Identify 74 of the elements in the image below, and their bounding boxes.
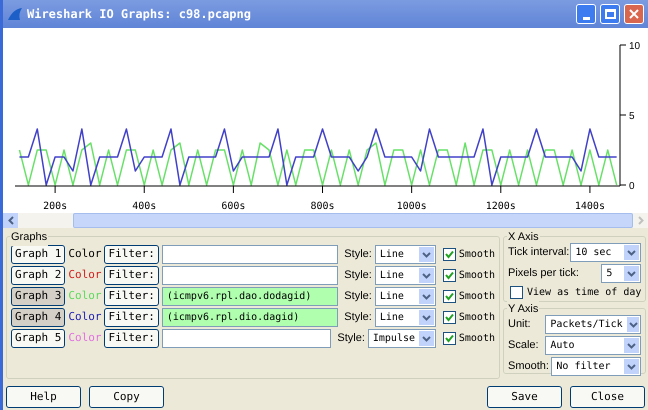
- pixels-per-tick-dropdown[interactable]: 5: [601, 264, 642, 283]
- smooth-label: Smooth: [458, 290, 495, 304]
- smooth-label: Smooth: [458, 269, 495, 283]
- checkbox[interactable]: [510, 286, 523, 299]
- x-tick-label: 1000s: [396, 201, 427, 212]
- filter-button[interactable]: Filter:: [104, 287, 159, 306]
- group-title: Graphs: [10, 229, 48, 246]
- smooth-label: Smooth: [458, 248, 495, 262]
- minimize-button[interactable]: [576, 4, 596, 24]
- checkbox[interactable]: [442, 248, 456, 261]
- dialog-button[interactable]: Copy: [89, 386, 164, 408]
- field-label: Pixels per tick:: [508, 266, 579, 282]
- unit-dropdown[interactable]: Packets/Tick: [545, 315, 642, 334]
- close-icon: [629, 9, 639, 19]
- style-dropdown[interactable]: Line: [374, 287, 436, 306]
- filter-button[interactable]: Filter:: [104, 266, 159, 285]
- checkbox[interactable]: [442, 269, 456, 282]
- filter-button[interactable]: Filter:: [104, 329, 159, 348]
- dialog-button[interactable]: Save: [487, 386, 562, 408]
- window-title: Wireshark IO Graphs: c98.pcapng: [27, 6, 252, 23]
- filter-field[interactable]: [162, 329, 332, 348]
- filter-field[interactable]: [162, 245, 338, 264]
- checkbox[interactable]: [442, 332, 456, 345]
- smooth-label: Smooth: [458, 332, 495, 346]
- field-label: Tick interval:: [508, 245, 570, 260]
- maximize-button[interactable]: [600, 4, 620, 24]
- field-label: Scale:: [508, 338, 539, 354]
- graph-toggle-button[interactable]: Graph 2: [11, 266, 66, 285]
- graph-toggle-button[interactable]: Graph 4: [11, 308, 66, 327]
- x-tick-label: 1400s: [574, 201, 605, 212]
- filter-field[interactable]: (icmpv6.rpl.dio.dagid): [162, 308, 338, 327]
- y-tick-label: 0: [629, 181, 635, 192]
- y-tick-label: 10: [629, 41, 640, 52]
- color-label: Color: [68, 330, 102, 346]
- style-dropdown[interactable]: Impulse: [368, 329, 436, 348]
- x-tick-label: 800s: [310, 201, 335, 212]
- smooth-label: Smooth: [458, 311, 495, 325]
- graph-toggle-button[interactable]: Graph 5: [11, 329, 66, 348]
- style-dropdown[interactable]: Line: [374, 245, 436, 264]
- checkbox-label: View as time of day: [527, 286, 642, 300]
- color-label: Color: [68, 246, 102, 262]
- style-label: Style:: [344, 247, 372, 262]
- style-label: Style:: [344, 289, 372, 304]
- filter-button[interactable]: Filter:: [104, 245, 159, 264]
- dialog-button[interactable]: Close: [570, 386, 645, 408]
- field-label: Unit:: [508, 317, 531, 332]
- color-label: Color: [68, 309, 102, 326]
- tick-interval-dropdown[interactable]: 10 sec: [570, 243, 642, 262]
- color-label: Color: [68, 288, 102, 304]
- x-tick-label: 600s: [221, 201, 246, 212]
- style-label: Style:: [337, 331, 365, 346]
- smooth-dropdown[interactable]: No filter: [551, 357, 642, 376]
- y-tick-label: 5: [629, 111, 635, 122]
- color-label: Color: [68, 267, 102, 284]
- graph-toggle-button[interactable]: Graph 3: [11, 287, 66, 306]
- x-tick-label: 200s: [43, 201, 68, 212]
- dialog-button[interactable]: Help: [6, 386, 81, 408]
- style-dropdown[interactable]: Line: [374, 308, 436, 327]
- filter-field[interactable]: (icmpv6.rpl.dao.dodagid): [162, 287, 338, 306]
- x-tick-label: 1200s: [486, 201, 516, 212]
- style-label: Style:: [344, 268, 372, 284]
- filter-button[interactable]: Filter:: [104, 308, 159, 327]
- close-button[interactable]: [624, 4, 644, 24]
- style-label: Style:: [344, 310, 372, 326]
- filter-field[interactable]: [162, 266, 338, 285]
- checkbox[interactable]: [442, 311, 456, 324]
- scroll-left-icon[interactable]: [3, 213, 18, 228]
- graph-toggle-button[interactable]: Graph 1: [11, 245, 66, 264]
- checkbox[interactable]: [442, 290, 456, 303]
- x-tick-label: 400s: [132, 201, 156, 212]
- style-dropdown[interactable]: Line: [374, 266, 436, 285]
- scale-dropdown[interactable]: Auto: [545, 336, 642, 355]
- field-label: Smooth:: [508, 359, 549, 374]
- fin-icon: [7, 7, 23, 21]
